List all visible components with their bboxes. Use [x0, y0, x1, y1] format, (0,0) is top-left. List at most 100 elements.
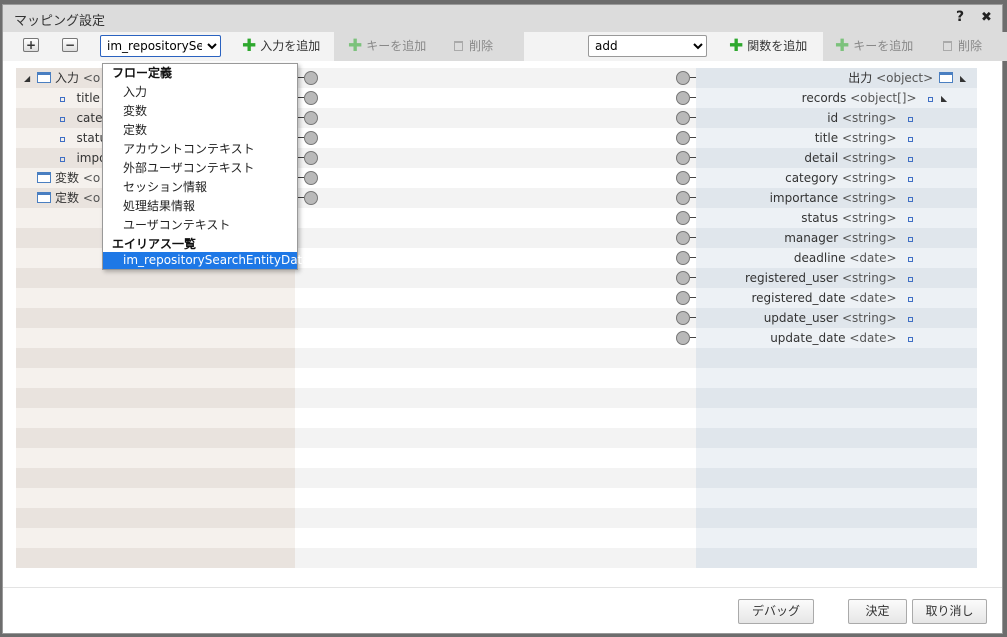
tree-node[interactable]: update_date <date>: [770, 328, 913, 348]
field-icon: [908, 217, 913, 222]
field-icon: [908, 177, 913, 182]
grid-row: [16, 408, 977, 428]
tree-node[interactable]: update_user <string>: [764, 308, 913, 328]
source-connector[interactable]: [304, 111, 318, 125]
grid-row: [16, 468, 977, 488]
cancel-button[interactable]: 取り消し: [912, 599, 987, 624]
tree-node[interactable]: category <string>: [785, 168, 913, 188]
target-connector[interactable]: [676, 211, 690, 225]
input-root-node[interactable]: 入力 <o: [37, 68, 100, 88]
connector-line: [690, 317, 696, 318]
dropdown-option[interactable]: 処理結果情報: [103, 197, 297, 216]
source-connector[interactable]: [304, 171, 318, 185]
tree-node[interactable]: title: [60, 88, 100, 108]
collapse-triangle-icon[interactable]: ◣: [960, 74, 966, 83]
add-function-button[interactable]: ✚ 関数を追加: [723, 32, 815, 61]
source-connector[interactable]: [304, 151, 318, 165]
field-icon: [908, 237, 913, 242]
delete-right-button[interactable]: 削除: [927, 32, 1007, 61]
target-connector[interactable]: [676, 151, 690, 165]
tree-node[interactable]: title <string>: [815, 128, 913, 148]
dropdown-option[interactable]: アカウントコンテキスト: [103, 140, 297, 159]
target-connector[interactable]: [676, 311, 690, 325]
target-connector[interactable]: [676, 91, 690, 105]
target-connector[interactable]: [676, 271, 690, 285]
delete-button[interactable]: 削除: [438, 32, 524, 61]
source-connector[interactable]: [304, 91, 318, 105]
source-connector[interactable]: [304, 131, 318, 145]
field-icon: [908, 257, 913, 262]
connector-line: [690, 257, 696, 258]
tree-node[interactable]: registered_user <string>: [745, 268, 913, 288]
target-connector[interactable]: [676, 231, 690, 245]
tree-node[interactable]: status <string>: [801, 208, 913, 228]
object-icon: [37, 72, 51, 83]
tree-node[interactable]: id <string>: [827, 108, 913, 128]
close-icon[interactable]: ✖: [981, 10, 992, 25]
constants-node[interactable]: 定数 <o: [37, 188, 100, 208]
collapse-triangle-icon[interactable]: ◣: [941, 94, 947, 103]
target-connector[interactable]: [676, 71, 690, 85]
source-select[interactable]: im_repositorySea: [100, 35, 221, 57]
dropdown-option[interactable]: 外部ユーザコンテキスト: [103, 159, 297, 178]
dropdown-option[interactable]: セッション情報: [103, 178, 297, 197]
dropdown-option[interactable]: ユーザコンテキスト: [103, 216, 297, 235]
field-icon: [908, 137, 913, 142]
help-icon[interactable]: ?: [956, 9, 964, 25]
tree-node[interactable]: deadline <date>: [794, 248, 913, 268]
target-connector[interactable]: [676, 131, 690, 145]
tree-node[interactable]: impo: [60, 148, 106, 168]
trash-icon: [943, 41, 952, 51]
add-key-right-button[interactable]: ✚ キーを追加: [823, 32, 941, 61]
connector-line: [690, 297, 696, 298]
grid-row: [16, 528, 977, 548]
field-icon: [60, 157, 65, 162]
plus-icon: ✚: [242, 36, 257, 56]
trash-icon: [454, 41, 463, 51]
expand-all-button[interactable]: +: [23, 38, 39, 52]
source-connector[interactable]: [304, 71, 318, 85]
debug-button[interactable]: デバッグ: [738, 599, 814, 624]
output-root-node[interactable]: 出力 <object>: [848, 68, 953, 88]
records-node[interactable]: records <object[]>: [802, 88, 933, 108]
grid-row: [16, 488, 977, 508]
tree-node[interactable]: statu: [60, 128, 107, 148]
tree-node[interactable]: detail <string>: [804, 148, 913, 168]
dropdown-option[interactable]: 定数: [103, 121, 297, 140]
dialog-footer: デバッグ 決定 取り消し: [3, 587, 1002, 635]
connector-line: [690, 137, 696, 138]
function-select[interactable]: add: [588, 35, 707, 57]
add-input-button[interactable]: ✚ 入力を追加: [236, 32, 328, 61]
collapse-all-button[interactable]: −: [62, 38, 78, 52]
target-connector[interactable]: [676, 251, 690, 265]
field-icon: [60, 97, 65, 102]
variables-node[interactable]: 変数 <o: [37, 168, 100, 188]
tree-node[interactable]: importance <string>: [770, 188, 913, 208]
tree-node[interactable]: manager <string>: [784, 228, 913, 248]
target-connector[interactable]: [676, 191, 690, 205]
add-key-button[interactable]: ✚ キーを追加: [334, 32, 452, 61]
mapping-dialog: マッピング設定 ? ✖ + − im_repositorySea ✚ 入力を追加 …: [2, 4, 1007, 635]
field-icon: [908, 197, 913, 202]
connector-line: [690, 217, 696, 218]
grid-row: [16, 448, 977, 468]
dropdown-group-header: フロー定義: [112, 66, 173, 80]
dropdown-option[interactable]: 入力: [103, 83, 297, 102]
dropdown-option[interactable]: 変数: [103, 102, 297, 121]
connector-line: [690, 157, 696, 158]
grid-row: [16, 548, 977, 568]
grid-row: [16, 348, 977, 368]
dropdown-option-selected[interactable]: im_repositorySearchEntityData1: [103, 252, 317, 269]
field-icon: [60, 137, 65, 142]
source-connector[interactable]: [304, 191, 318, 205]
target-connector[interactable]: [676, 291, 690, 305]
ok-button[interactable]: 決定: [848, 599, 907, 624]
field-icon: [908, 297, 913, 302]
tree-node[interactable]: registered_date <date>: [751, 288, 913, 308]
plus-icon: ✚: [729, 36, 744, 56]
target-connector[interactable]: [676, 331, 690, 345]
field-icon: [928, 97, 933, 102]
target-connector[interactable]: [676, 171, 690, 185]
collapse-triangle-icon[interactable]: ◢: [24, 74, 30, 83]
target-connector[interactable]: [676, 111, 690, 125]
